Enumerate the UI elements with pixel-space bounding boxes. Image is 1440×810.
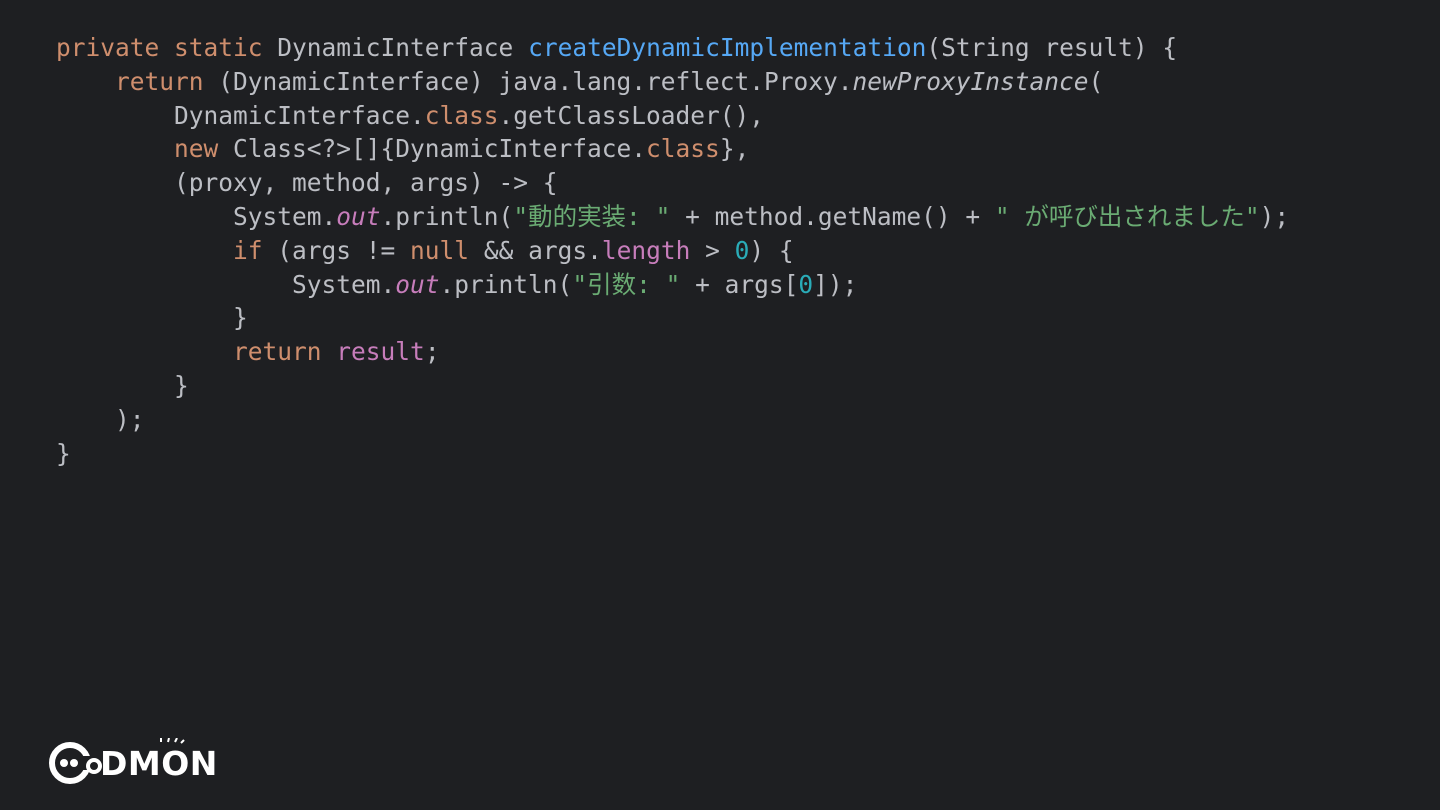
code-token: 0 [734,235,750,265]
code-token: } [174,370,189,400]
code-token: private [56,33,160,62]
code-token: DynamicInterface [262,33,529,62]
code-token: return [115,66,204,96]
code-line: return result; [56,335,1426,369]
code-token: static [174,33,263,62]
code-line: DynamicInterface.class.getClassLoader(), [56,99,1426,133]
code-token: ( [1088,66,1104,96]
code-token: class [424,100,499,130]
code-token: (String result) { [926,33,1178,62]
code-token: out [336,201,381,231]
code-token: .getClassLoader(), [498,100,765,130]
code-token: + args[ [680,269,799,299]
code-line: ); [56,403,1426,437]
code-token: out [395,269,440,299]
code-token: ) { [749,235,794,265]
code-block: private static DynamicInterface createDy… [56,31,1426,470]
code-line: private static DynamicInterface createDy… [56,31,1426,65]
code-token: new [174,134,219,164]
code-token: System. [292,269,396,299]
code-token: .println( [439,269,573,299]
code-line: } [56,437,1426,471]
code-token: + method.getName() + [670,201,995,231]
code-token: null [410,235,470,265]
codmon-logo: DMON [48,738,228,788]
code-token: " が呼び出されました" [994,201,1260,231]
code-line: (proxy, method, args) -> { [56,166,1426,200]
code-token: } [56,438,71,468]
code-token: > [690,235,735,265]
code-token: Class<?>[]{DynamicInterface. [218,134,647,164]
code-token: "引数: " [572,269,681,299]
code-token: result [336,337,425,367]
code-token: length [601,235,691,265]
code-token: (proxy, method, args) -> { [174,168,558,198]
code-token: class [646,134,720,164]
code-line: System.out.println("引数: " + args[0]); [56,268,1426,302]
code-token: createDynamicImplementation [528,33,927,62]
code-line: new Class<?>[]{DynamicInterface.class}, [56,132,1426,166]
code-line: } [56,301,1426,335]
code-token: .println( [380,201,514,231]
code-token: 0 [798,269,814,299]
code-token: ); [1259,201,1290,231]
logo-wordmark: DMON [100,744,218,783]
code-token: ); [115,404,145,434]
code-token: return [233,337,322,367]
code-token: }, [719,134,750,164]
code-line: } [56,369,1426,403]
code-token: newProxyInstance [852,66,1089,96]
code-line: System.out.println("動的実装: " + method.get… [56,200,1426,234]
code-line: return (DynamicInterface) java.lang.refl… [56,65,1426,99]
code-token: System. [233,201,337,231]
code-token: "動的実装: " [513,201,671,231]
code-line: if (args != null && args.length > 0) { [56,234,1426,268]
code-token: DynamicInterface. [174,100,425,130]
code-token: } [233,303,248,333]
code-token: (args != [262,235,411,265]
code-token: && args. [469,235,602,265]
code-token: if [233,235,263,265]
code-token: (DynamicInterface) java.lang.reflect.Pro… [203,66,853,96]
code-token: ; [424,337,440,367]
code-token: ]); [813,269,858,299]
